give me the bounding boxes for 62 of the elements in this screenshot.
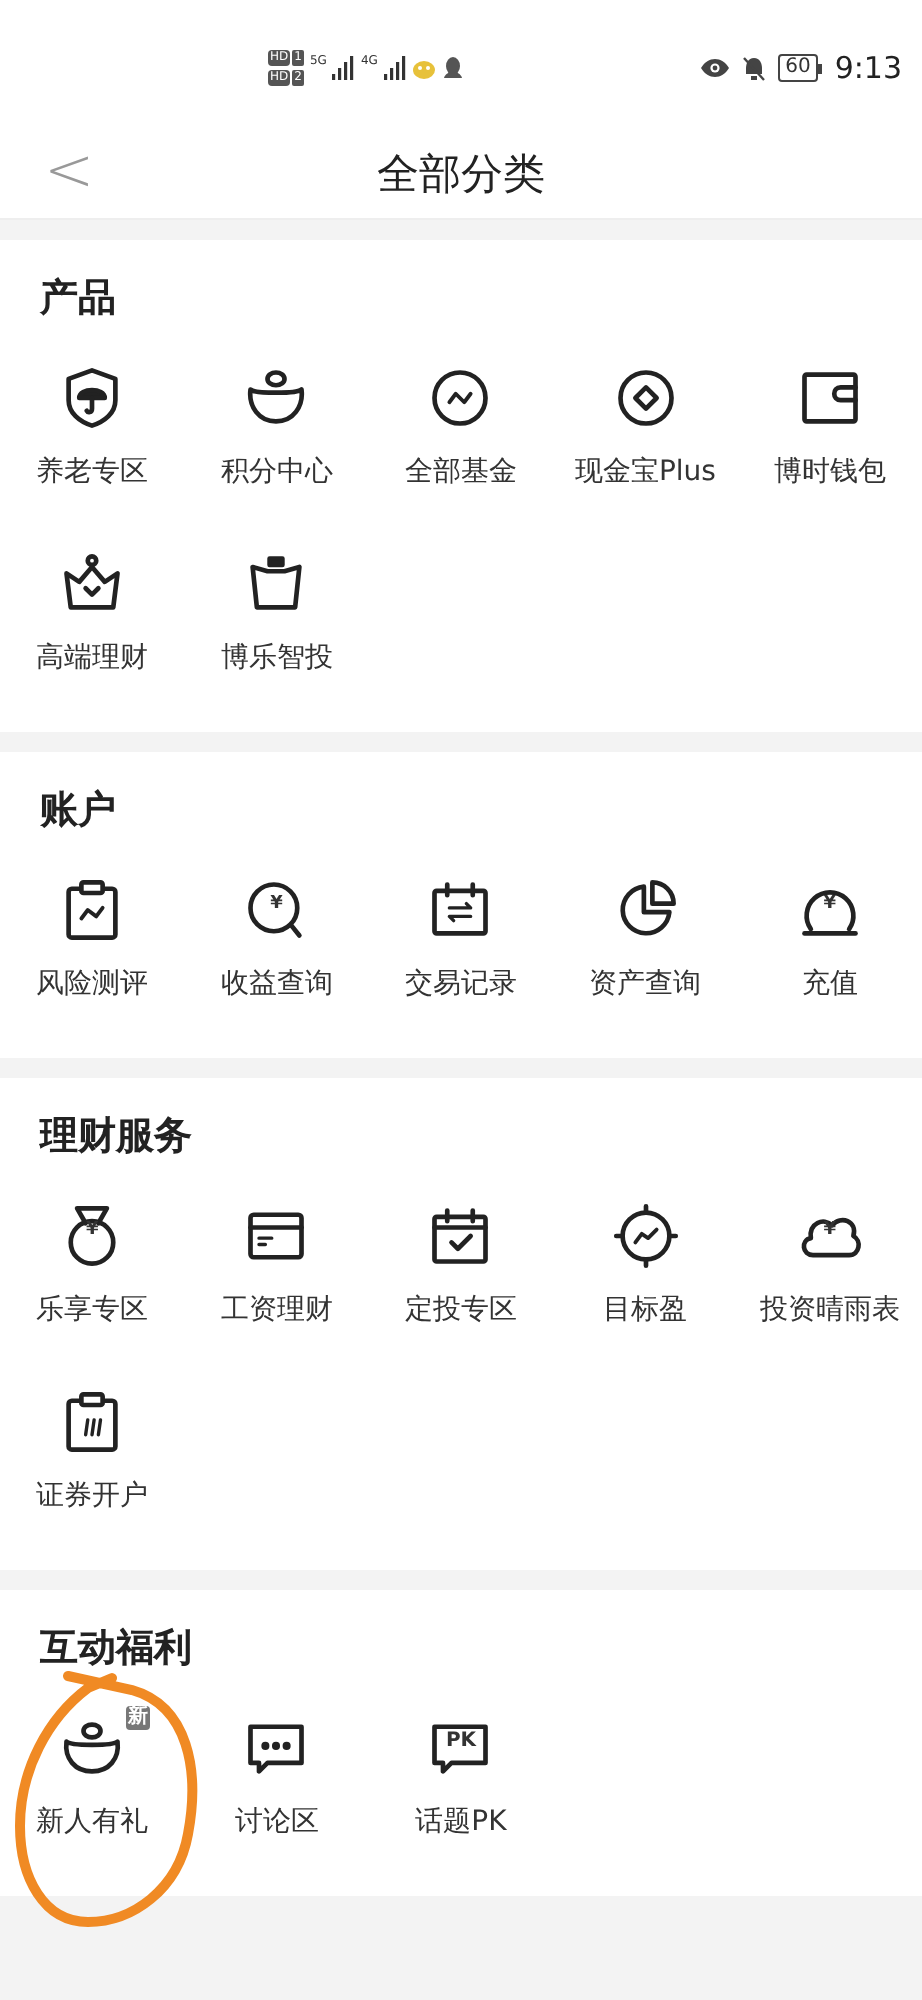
section-title: 理财服务 bbox=[37, 1112, 194, 1162]
currency-sign: ¥ bbox=[270, 896, 283, 914]
bell-off-icon bbox=[741, 55, 766, 81]
category-item[interactable]: 讨论区 bbox=[184, 1694, 369, 1880]
item-label: 话题PK bbox=[415, 1804, 507, 1842]
category-item[interactable]: 证券开户 bbox=[0, 1368, 185, 1554]
item-label: 资产查询 bbox=[589, 966, 702, 1004]
category-item[interactable]: 博时钱包 bbox=[737, 344, 922, 530]
category-item[interactable]: 定投专区 bbox=[368, 1182, 554, 1368]
section-title: 账户 bbox=[38, 786, 118, 836]
category-item[interactable]: ¥ 收益查询 bbox=[184, 856, 369, 1042]
section-title: 产品 bbox=[38, 274, 118, 324]
item-label: 乐享专区 bbox=[36, 1292, 149, 1330]
battery-level: 60 bbox=[777, 54, 819, 82]
category-item[interactable]: 全部基金 bbox=[368, 344, 554, 530]
item-label: 养老专区 bbox=[36, 454, 149, 492]
clock-time: 9:13 bbox=[834, 47, 902, 90]
eye-icon bbox=[699, 58, 730, 78]
icon-label: PK bbox=[445, 1732, 477, 1752]
item-label: 定投专区 bbox=[404, 1292, 517, 1330]
item-label: 投资晴雨表 bbox=[759, 1292, 900, 1330]
category-item[interactable]: 积分中心 bbox=[184, 344, 369, 530]
category-item[interactable]: 现金宝Plus bbox=[553, 344, 738, 530]
penguin-icon bbox=[441, 55, 464, 81]
item-label: 风险测评 bbox=[36, 966, 149, 1004]
signal-icon bbox=[383, 56, 406, 80]
category-item[interactable]: 高端理财 bbox=[0, 530, 185, 716]
category-item[interactable]: ¥ 乐享专区 bbox=[0, 1182, 185, 1368]
item-label: 充值 bbox=[801, 966, 858, 1004]
item-label: 高端理财 bbox=[36, 640, 149, 678]
target-icon bbox=[611, 1202, 680, 1270]
item-label: 新人有礼 bbox=[36, 1804, 149, 1842]
item-label: 讨论区 bbox=[234, 1804, 319, 1842]
item-label: 全部基金 bbox=[404, 454, 517, 492]
item-label: 工资理财 bbox=[220, 1292, 333, 1330]
category-item[interactable]: 博乐智投 bbox=[184, 530, 369, 716]
item-label: 博时钱包 bbox=[773, 454, 886, 492]
category-item[interactable]: ¥ 充值 bbox=[737, 856, 922, 1042]
signal-icon bbox=[332, 56, 355, 80]
app-notification-icon bbox=[411, 57, 436, 79]
category-item[interactable]: 养老专区 bbox=[0, 344, 185, 530]
item-label: 交易记录 bbox=[404, 966, 517, 1004]
category-item[interactable]: PK 话题PK bbox=[368, 1694, 554, 1880]
category-item[interactable]: 资产查询 bbox=[553, 856, 738, 1042]
section-title: 互动福利 bbox=[38, 1624, 194, 1674]
item-label: 积分中心 bbox=[220, 454, 333, 492]
item-label: 博乐智投 bbox=[220, 640, 333, 678]
category-item[interactable]: ¥ 投资晴雨表 bbox=[737, 1182, 922, 1368]
item-label: 证券开户 bbox=[36, 1478, 149, 1516]
category-item[interactable]: 交易记录 bbox=[368, 856, 554, 1042]
item-label: 目标盈 bbox=[603, 1292, 688, 1330]
item-label: 收益查询 bbox=[220, 966, 333, 1004]
new-badge: 新 bbox=[126, 1706, 151, 1730]
page-title: 全部分类 bbox=[377, 147, 545, 202]
category-item[interactable]: 工资理财 bbox=[184, 1182, 369, 1368]
category-item[interactable]: 风险测评 bbox=[0, 856, 185, 1042]
category-item[interactable]: 新 新人有礼 bbox=[0, 1694, 185, 1880]
currency-sign: ¥ bbox=[823, 1222, 837, 1240]
currency-sign: ¥ bbox=[85, 1222, 99, 1240]
category-item[interactable]: 目标盈 bbox=[553, 1182, 738, 1368]
currency-sign: ¥ bbox=[823, 896, 837, 914]
item-label: 现金宝Plus bbox=[574, 454, 716, 492]
